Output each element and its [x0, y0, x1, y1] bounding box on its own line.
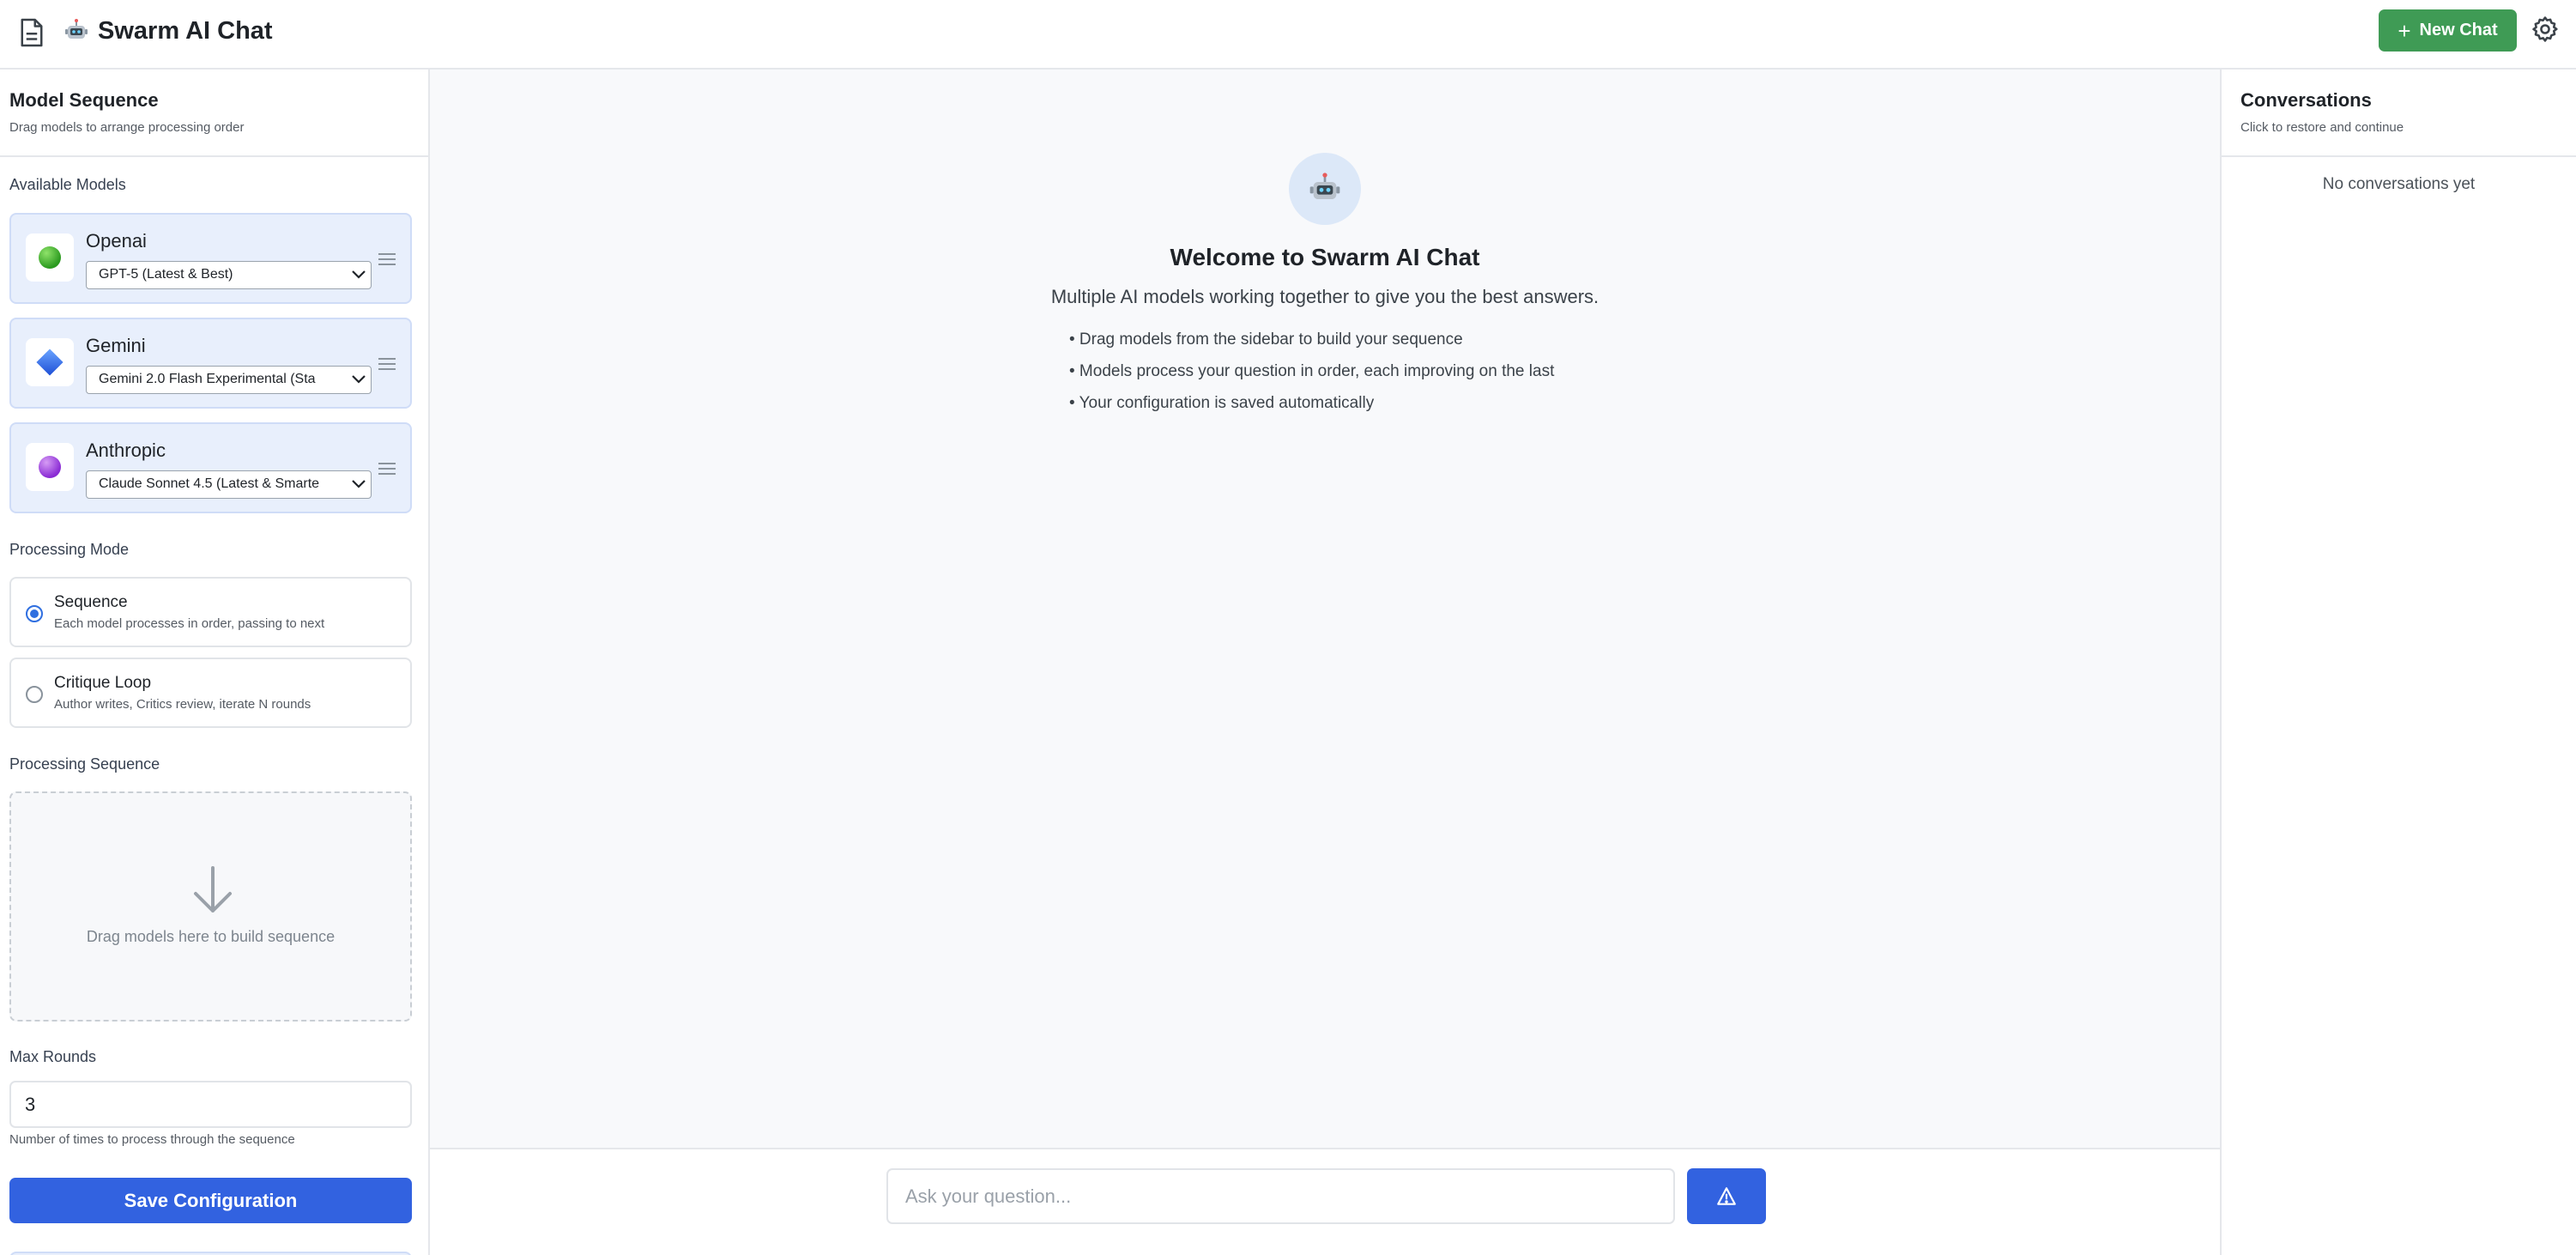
drag-handle-icon[interactable]: [378, 462, 396, 476]
robot-avatar: [1289, 153, 1361, 225]
welcome-title: Welcome to Swarm AI Chat: [1170, 244, 1480, 270]
max-rounds-label: Max Rounds: [9, 1048, 97, 1065]
new-chat-button[interactable]: + New Chat: [2379, 9, 2517, 52]
app-title-text: Swarm AI Chat: [98, 16, 273, 45]
model-card-anthropic[interactable]: Anthropic Claude Sonnet 4.5 (Latest & Sm…: [9, 422, 412, 513]
model-select-openai[interactable]: GPT-5 (Latest & Best): [86, 261, 372, 289]
model-select-gemini[interactable]: Gemini 2.0 Flash Experimental (Sta: [86, 366, 372, 394]
question-input[interactable]: Ask your question...: [886, 1168, 1675, 1224]
send-icon: [1717, 1186, 1736, 1205]
model-name: Openai: [86, 230, 147, 252]
plus-icon: +: [2398, 17, 2411, 44]
mode-title: Sequence: [54, 593, 128, 611]
model-select-value: Gemini 2.0 Flash Experimental (Sta: [99, 372, 316, 386]
model-name: Anthropic: [86, 440, 166, 461]
robot-icon: [65, 19, 88, 39]
model-select-anthropic[interactable]: Claude Sonnet 4.5 (Latest & Smarte: [86, 470, 372, 499]
model-card-gemini[interactable]: Gemini Gemini 2.0 Flash Experimental (St…: [9, 318, 412, 409]
tip-item: • Models process your question in order,…: [1069, 362, 1555, 380]
send-button[interactable]: [1687, 1168, 1766, 1224]
robot-icon: [1309, 173, 1340, 199]
green-circle-icon: [26, 233, 74, 282]
chevron-down-icon: [352, 480, 366, 488]
model-name: Gemini: [86, 335, 146, 356]
processing-sequence-label: Processing Sequence: [9, 755, 160, 773]
max-rounds-help: Number of times to process through the s…: [9, 1132, 295, 1147]
sidebar-header: Model Sequence Drag models to arrange pr…: [0, 70, 428, 157]
conversations-empty: No conversations yet: [2322, 175, 2476, 193]
conversations-header: Conversations Click to restore and conti…: [2222, 70, 2576, 157]
critique-loop-radio[interactable]: [26, 686, 43, 703]
model-select-value: GPT-5 (Latest & Best): [99, 267, 233, 282]
sidebar-title: Model Sequence: [9, 89, 159, 111]
top-header: Swarm AI Chat + New Chat: [0, 0, 2576, 70]
drop-hint: Drag models here to build sequence: [86, 928, 336, 945]
chevron-down-icon: [352, 375, 366, 384]
available-models-label: Available Models: [9, 176, 126, 193]
new-chat-label: New Chat: [2419, 21, 2498, 39]
purple-circle-icon: [26, 443, 74, 491]
blue-diamond-icon: [26, 338, 74, 386]
conversations-panel: Conversations Click to restore and conti…: [2220, 70, 2576, 1255]
document-icon[interactable]: [19, 17, 45, 48]
model-card-partial: [9, 1252, 412, 1255]
mode-title: Critique Loop: [54, 674, 152, 692]
tips-list: • Drag models from the sidebar to build …: [1069, 329, 1567, 424]
mode-option-sequence[interactable]: Sequence Each model processes in order, …: [9, 577, 412, 647]
mode-option-critique-loop[interactable]: Critique Loop Author writes, Critics rev…: [9, 658, 412, 728]
arrow-down-icon: [194, 866, 232, 912]
gear-icon[interactable]: [2531, 15, 2560, 44]
conversations-title: Conversations: [2240, 89, 2372, 111]
processing-mode-label: Processing Mode: [9, 541, 130, 558]
tip-item: • Your configuration is saved automatica…: [1069, 394, 1375, 412]
save-configuration-button[interactable]: Save Configuration: [9, 1178, 412, 1223]
mode-description: Author writes, Critics review, iterate N…: [54, 697, 311, 712]
sequence-radio[interactable]: [26, 605, 43, 622]
welcome-subtitle: Multiple AI models working together to g…: [1050, 286, 1599, 307]
model-sidebar: Model Sequence Drag models to arrange pr…: [0, 70, 430, 1255]
model-select-value: Claude Sonnet 4.5 (Latest & Smarte: [99, 476, 320, 491]
sidebar-subtitle: Drag models to arrange processing order: [9, 120, 245, 135]
composer-bar: Ask your question...: [430, 1148, 2220, 1255]
conversations-subtitle: Click to restore and continue: [2240, 120, 2404, 135]
chat-main: Welcome to Swarm AI Chat Multiple AI mod…: [430, 70, 2220, 1148]
tip-item: • Drag models from the sidebar to build …: [1069, 330, 1463, 349]
max-rounds-input[interactable]: 3: [9, 1081, 412, 1128]
mode-description: Each model processes in order, passing t…: [54, 616, 325, 631]
drag-handle-icon[interactable]: [378, 252, 396, 266]
chevron-down-icon: [352, 270, 366, 279]
app-title: Swarm AI Chat: [63, 14, 273, 48]
model-card-openai[interactable]: Openai GPT-5 (Latest & Best): [9, 213, 412, 304]
sequence-drop-zone[interactable]: Drag models here to build sequence: [9, 791, 412, 1022]
drag-handle-icon[interactable]: [378, 357, 396, 371]
